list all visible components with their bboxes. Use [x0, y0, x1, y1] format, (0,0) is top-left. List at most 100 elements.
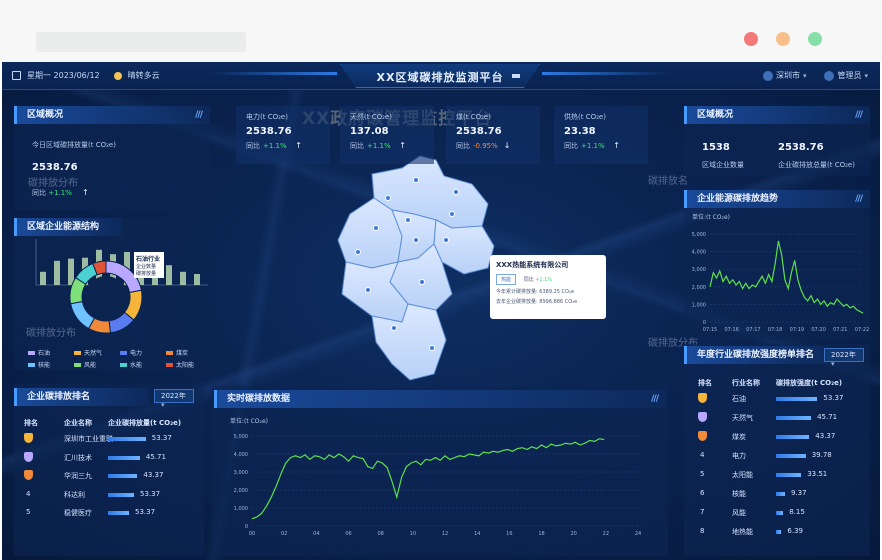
address-bar[interactable]: [36, 32, 246, 52]
metric-card-label: 供热(t CO₂e): [564, 113, 606, 121]
slashes-icon: ///: [651, 394, 659, 404]
x-tick-label: 07:19: [790, 327, 804, 333]
map-marker[interactable]: [365, 287, 371, 293]
rank-bar: [776, 416, 812, 420]
metric-card: 供热(t CO₂e) 23.38 同比 +1.1% ↑: [554, 106, 648, 164]
company-year-dropdown[interactable]: 2022年 ▾: [154, 389, 194, 409]
x-tick-label: 10: [410, 531, 416, 537]
rank-value: 53.37: [823, 394, 844, 402]
energy-bar[interactable]: [194, 274, 200, 285]
map-marker[interactable]: [391, 325, 397, 331]
map-marker[interactable]: [355, 249, 361, 255]
rank-bar: [776, 530, 782, 534]
company-rank-panel: [14, 384, 204, 556]
user-menu[interactable]: 管理员 ▾: [824, 70, 868, 81]
map-tooltip-line1: 今年累计碳排放量: 6389.25 CO₂e: [496, 288, 600, 295]
legend-item: 风能: [74, 360, 96, 369]
map-marker[interactable]: [429, 345, 435, 351]
calendar-icon: [12, 71, 21, 80]
rank-name: 稳健医疗: [64, 509, 92, 517]
map-marker[interactable]: [385, 195, 391, 201]
energy-bar[interactable]: [166, 265, 172, 285]
x-tick-label: 20: [570, 531, 576, 537]
maximize-window-button[interactable]: [808, 32, 822, 46]
legend-item: 太阳能: [166, 360, 194, 369]
rank-number: 8: [700, 527, 705, 535]
medal-icon: [24, 451, 33, 462]
rank-bar: [776, 435, 810, 439]
x-tick-label: 07:22: [855, 327, 869, 333]
energy-bar[interactable]: [40, 271, 46, 285]
x-tick-label: 14: [474, 531, 480, 537]
right-overview-header: 区域概况 ///: [684, 106, 870, 124]
chevron-down-icon: ▾: [831, 360, 835, 368]
legend-swatch: [74, 362, 81, 367]
rank-name: 风能: [732, 509, 746, 517]
y-tick-label: 0: [703, 320, 706, 326]
x-tick-label: 07:21: [833, 327, 847, 333]
left-overview-header: 区域概况 ///: [14, 106, 210, 124]
metric-card-yoy-value: -0.95%: [473, 142, 498, 150]
industry-year-dropdown[interactable]: 2022年 ▾: [824, 348, 864, 368]
trend-title: 企业能源碳排放趋势: [697, 194, 779, 204]
yoy-value: +1.1%: [48, 189, 72, 197]
map-marker[interactable]: [449, 211, 455, 217]
x-tick-label: 02: [281, 531, 287, 537]
x-tick-label: 07:17: [746, 327, 760, 333]
y-tick-label: 2,000: [234, 488, 248, 494]
arrow-up-icon: ↑: [82, 188, 89, 197]
energy-bar[interactable]: [54, 260, 60, 285]
rank-bar: [776, 397, 818, 401]
close-window-button[interactable]: [744, 32, 758, 46]
legend-swatch: [120, 362, 127, 367]
x-tick-label: 18: [538, 531, 544, 537]
chevron-down-icon: ▾: [161, 401, 165, 409]
city-selector[interactable]: 深圳市 ▾: [762, 70, 806, 81]
rank-value: 45.71: [817, 413, 838, 421]
map-marker[interactable]: [413, 237, 419, 243]
legend-swatch: [166, 362, 173, 367]
rank-value: 43.37: [143, 471, 164, 479]
rank-number: 6: [700, 489, 705, 497]
region-map: [337, 155, 495, 381]
rank-value: 45.71: [145, 452, 166, 461]
energy-tooltip-line1: 企业数量: [136, 264, 157, 270]
rank-value: 33.51: [807, 470, 828, 478]
rank-bar: [108, 492, 135, 497]
rank-name: 核能: [732, 490, 746, 498]
rank-value: 6.39: [787, 527, 803, 535]
map-marker[interactable]: [443, 237, 449, 243]
title-wing-left: [212, 72, 337, 75]
legend-item: 水能: [120, 360, 142, 369]
arrow-up-icon: ↑: [292, 141, 302, 150]
city-text: 深圳市: [775, 71, 800, 80]
rank-value: 39.78: [811, 451, 832, 459]
map-tooltip-line2-label: 去年企业碳排放量:: [496, 299, 538, 305]
x-tick-label: 04: [313, 531, 319, 537]
rank-value: 53.37: [135, 508, 156, 516]
rank-name: 汇川技术: [64, 453, 92, 462]
rank-value: 9.37: [791, 489, 807, 497]
map-marker[interactable]: [373, 225, 379, 231]
minimize-window-button[interactable]: [776, 32, 790, 46]
map-marker[interactable]: [453, 189, 459, 195]
top-right-controls: 深圳市 ▾ 管理员 ▾: [762, 70, 868, 81]
y-tick-label: 2,000: [692, 285, 706, 291]
map-marker[interactable]: [405, 217, 411, 223]
metric-card: 天然(t CO₂e) 137.08 同比 +1.1% ↑: [340, 106, 434, 164]
donut-hole: [85, 276, 127, 318]
energy-tooltip-title: 石油行业: [136, 256, 161, 263]
map-marker[interactable]: [419, 279, 425, 285]
legend-item: 煤炭: [166, 348, 188, 357]
map-marker[interactable]: [413, 177, 419, 183]
energy-tooltip-line2: 碳排放量: [136, 271, 157, 277]
metric-card-yoy-label: 同比: [456, 142, 470, 150]
y-tick-label: 3,000: [234, 470, 248, 476]
rank-number: 5: [700, 470, 705, 478]
energy-bar[interactable]: [180, 271, 186, 285]
legend-label: 水能: [130, 362, 143, 369]
x-tick-label: 07:20: [811, 327, 825, 333]
y-tick-label: 3,000: [692, 267, 706, 273]
rank-bar: [108, 474, 138, 478]
table-header: 排名: [698, 379, 712, 387]
